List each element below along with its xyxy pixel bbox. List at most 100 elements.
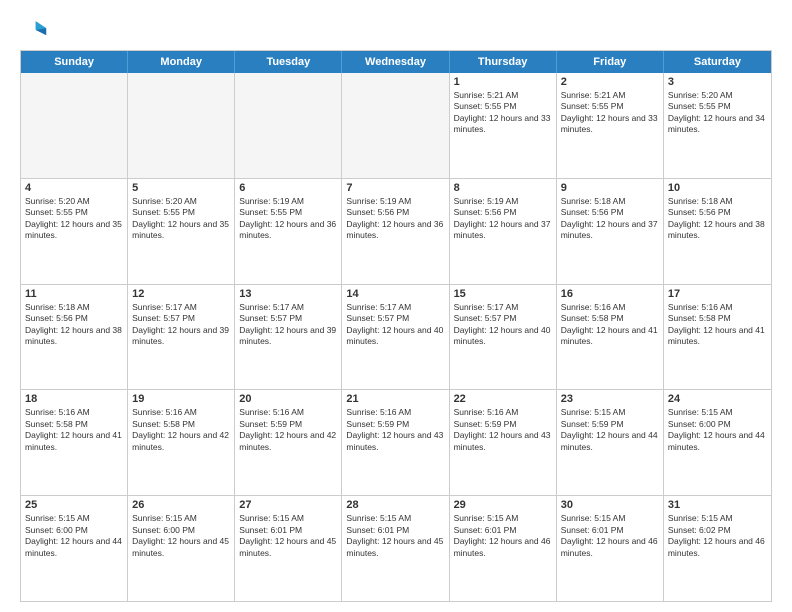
day-number: 28 [346,499,444,511]
day-number: 5 [132,182,230,194]
day-number: 8 [454,182,552,194]
day-number: 12 [132,288,230,300]
day-info: Sunrise: 5:15 AM Sunset: 6:01 PM Dayligh… [561,513,659,559]
weekday-header: Wednesday [342,51,449,73]
calendar-cell: 9 Sunrise: 5:18 AM Sunset: 5:56 PM Daylig… [557,179,664,284]
day-number: 22 [454,393,552,405]
calendar-cell: 16 Sunrise: 5:16 AM Sunset: 5:58 PM Dayli… [557,285,664,390]
day-info: Sunrise: 5:16 AM Sunset: 5:59 PM Dayligh… [454,407,552,453]
calendar-cell: 13 Sunrise: 5:17 AM Sunset: 5:57 PM Dayli… [235,285,342,390]
calendar-row: 18 Sunrise: 5:16 AM Sunset: 5:58 PM Dayli… [21,390,771,496]
day-info: Sunrise: 5:16 AM Sunset: 5:58 PM Dayligh… [25,407,123,453]
day-info: Sunrise: 5:18 AM Sunset: 5:56 PM Dayligh… [25,302,123,348]
day-info: Sunrise: 5:15 AM Sunset: 6:01 PM Dayligh… [239,513,337,559]
day-number: 13 [239,288,337,300]
calendar-body: 1 Sunrise: 5:21 AM Sunset: 5:55 PM Daylig… [21,73,771,601]
logo [20,16,52,44]
day-number: 6 [239,182,337,194]
day-number: 25 [25,499,123,511]
day-number: 23 [561,393,659,405]
calendar-cell: 10 Sunrise: 5:18 AM Sunset: 5:56 PM Dayli… [664,179,771,284]
day-info: Sunrise: 5:21 AM Sunset: 5:55 PM Dayligh… [454,90,552,136]
calendar-header: SundayMondayTuesdayWednesdayThursdayFrid… [21,51,771,73]
day-info: Sunrise: 5:21 AM Sunset: 5:55 PM Dayligh… [561,90,659,136]
calendar-cell: 28Sunrise: 5:15 AM Sunset: 6:01 PM Dayli… [342,496,449,601]
day-number: 20 [239,393,337,405]
weekday-header: Saturday [664,51,771,73]
day-info: Sunrise: 5:20 AM Sunset: 5:55 PM Dayligh… [668,90,767,136]
calendar-row: 11Sunrise: 5:18 AM Sunset: 5:56 PM Dayli… [21,285,771,391]
calendar-cell [21,73,128,178]
day-number: 9 [561,182,659,194]
calendar-cell: 22 Sunrise: 5:16 AM Sunset: 5:59 PM Dayli… [450,390,557,495]
calendar-cell: 1 Sunrise: 5:21 AM Sunset: 5:55 PM Daylig… [450,73,557,178]
day-info: Sunrise: 5:18 AM Sunset: 5:56 PM Dayligh… [561,196,659,242]
calendar-cell: 4Sunrise: 5:20 AM Sunset: 5:55 PM Daylig… [21,179,128,284]
calendar-row: 4 Sunrise: 5:20 AM Sunset: 5:55 PM Daylig… [21,179,771,285]
day-info: Sunrise: 5:16 AM Sunset: 5:58 PM Dayligh… [668,302,767,348]
calendar-row: 25 Sunrise: 5:15 AM Sunset: 6:00 PM Dayli… [21,496,771,601]
day-number: 27 [239,499,337,511]
day-info: Sunrise: 5:15 AM Sunset: 6:02 PM Dayligh… [668,513,767,559]
calendar-cell: 5 Sunrise: 5:20 AM Sunset: 5:55 PM Daylig… [128,179,235,284]
calendar-cell: 7 Sunrise: 5:19 AM Sunset: 5:56 PM Daylig… [342,179,449,284]
day-number: 19 [132,393,230,405]
calendar-cell [128,73,235,178]
day-info: Sunrise: 5:20 AM Sunset: 5:55 PM Dayligh… [132,196,230,242]
calendar-cell: 3 Sunrise: 5:20 AM Sunset: 5:55 PM Daylig… [664,73,771,178]
calendar-cell: 29Sunrise: 5:15 AM Sunset: 6:01 PM Dayli… [450,496,557,601]
calendar-cell: 11Sunrise: 5:18 AM Sunset: 5:56 PM Dayli… [21,285,128,390]
weekday-header: Thursday [450,51,557,73]
calendar-cell: 24Sunrise: 5:15 AM Sunset: 6:00 PM Dayli… [664,390,771,495]
day-number: 31 [668,499,767,511]
weekday-header: Tuesday [235,51,342,73]
day-number: 1 [454,76,552,88]
calendar-cell: 21 Sunrise: 5:16 AM Sunset: 5:59 PM Dayli… [342,390,449,495]
calendar-cell: 20 Sunrise: 5:16 AM Sunset: 5:59 PM Dayli… [235,390,342,495]
weekday-header: Sunday [21,51,128,73]
calendar-cell: 18 Sunrise: 5:16 AM Sunset: 5:58 PM Dayli… [21,390,128,495]
calendar-row: 1 Sunrise: 5:21 AM Sunset: 5:55 PM Daylig… [21,73,771,179]
calendar-cell [342,73,449,178]
day-info: Sunrise: 5:16 AM Sunset: 5:59 PM Dayligh… [239,407,337,453]
day-number: 7 [346,182,444,194]
day-number: 14 [346,288,444,300]
day-info: Sunrise: 5:17 AM Sunset: 5:57 PM Dayligh… [346,302,444,348]
day-number: 3 [668,76,767,88]
day-info: Sunrise: 5:15 AM Sunset: 6:00 PM Dayligh… [132,513,230,559]
day-number: 29 [454,499,552,511]
calendar-cell: 19Sunrise: 5:16 AM Sunset: 5:58 PM Dayli… [128,390,235,495]
day-info: Sunrise: 5:19 AM Sunset: 5:56 PM Dayligh… [346,196,444,242]
calendar-cell: 27 Sunrise: 5:15 AM Sunset: 6:01 PM Dayli… [235,496,342,601]
day-number: 16 [561,288,659,300]
day-info: Sunrise: 5:17 AM Sunset: 5:57 PM Dayligh… [239,302,337,348]
calendar-cell: 15 Sunrise: 5:17 AM Sunset: 5:57 PM Dayli… [450,285,557,390]
calendar-cell: 26 Sunrise: 5:15 AM Sunset: 6:00 PM Dayli… [128,496,235,601]
day-number: 4 [25,182,123,194]
logo-icon [20,16,48,44]
calendar-cell: 8 Sunrise: 5:19 AM Sunset: 5:56 PM Daylig… [450,179,557,284]
weekday-header: Monday [128,51,235,73]
day-info: Sunrise: 5:15 AM Sunset: 5:59 PM Dayligh… [561,407,659,453]
day-info: Sunrise: 5:17 AM Sunset: 5:57 PM Dayligh… [132,302,230,348]
calendar-cell: 12 Sunrise: 5:17 AM Sunset: 5:57 PM Dayli… [128,285,235,390]
day-info: Sunrise: 5:16 AM Sunset: 5:59 PM Dayligh… [346,407,444,453]
day-number: 10 [668,182,767,194]
day-info: Sunrise: 5:17 AM Sunset: 5:57 PM Dayligh… [454,302,552,348]
day-info: Sunrise: 5:19 AM Sunset: 5:56 PM Dayligh… [454,196,552,242]
day-number: 21 [346,393,444,405]
day-info: Sunrise: 5:15 AM Sunset: 6:00 PM Dayligh… [25,513,123,559]
day-info: Sunrise: 5:15 AM Sunset: 6:00 PM Dayligh… [668,407,767,453]
day-number: 15 [454,288,552,300]
calendar-cell: 31 Sunrise: 5:15 AM Sunset: 6:02 PM Dayli… [664,496,771,601]
day-number: 2 [561,76,659,88]
day-info: Sunrise: 5:18 AM Sunset: 5:56 PM Dayligh… [668,196,767,242]
calendar-cell: 2 Sunrise: 5:21 AM Sunset: 5:55 PM Daylig… [557,73,664,178]
day-info: Sunrise: 5:19 AM Sunset: 5:55 PM Dayligh… [239,196,337,242]
day-info: Sunrise: 5:16 AM Sunset: 5:58 PM Dayligh… [561,302,659,348]
day-number: 17 [668,288,767,300]
day-number: 18 [25,393,123,405]
calendar: SundayMondayTuesdayWednesdayThursdayFrid… [20,50,772,602]
day-number: 26 [132,499,230,511]
page-header [20,16,772,44]
